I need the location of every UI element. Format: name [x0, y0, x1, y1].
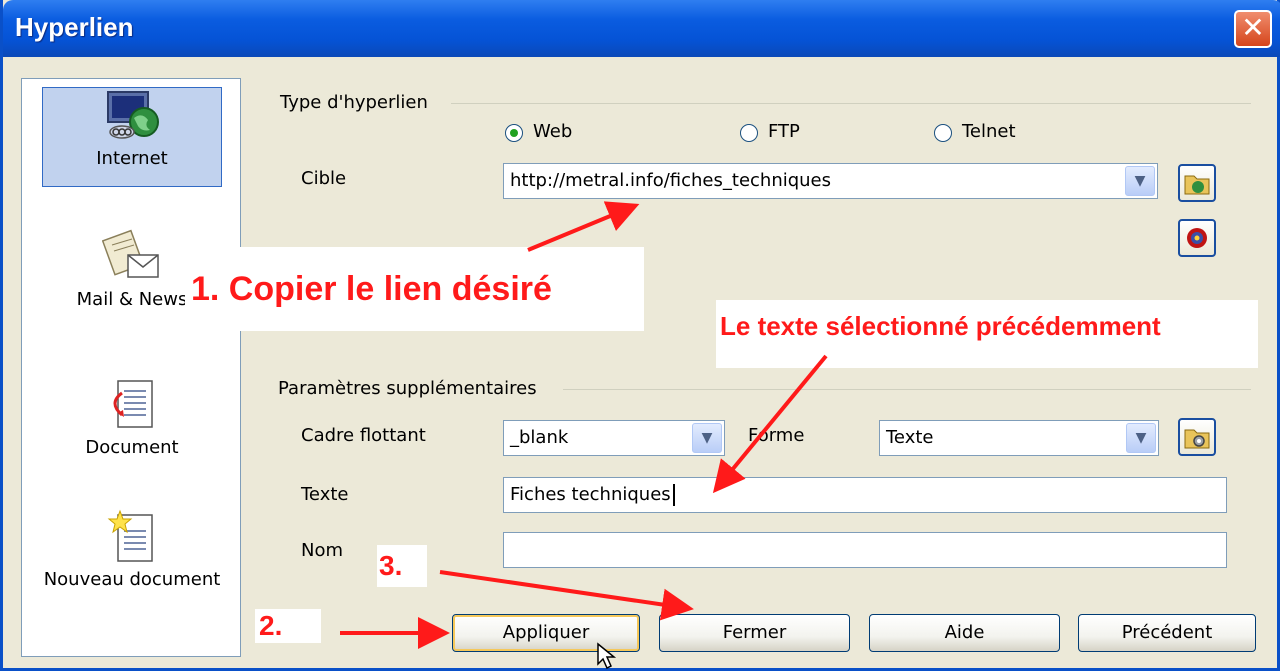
arrow-to-close — [439, 570, 694, 621]
annotation-arrows — [340, 201, 828, 649]
arrow-to-target — [527, 201, 640, 252]
arrow-to-text — [712, 354, 828, 494]
